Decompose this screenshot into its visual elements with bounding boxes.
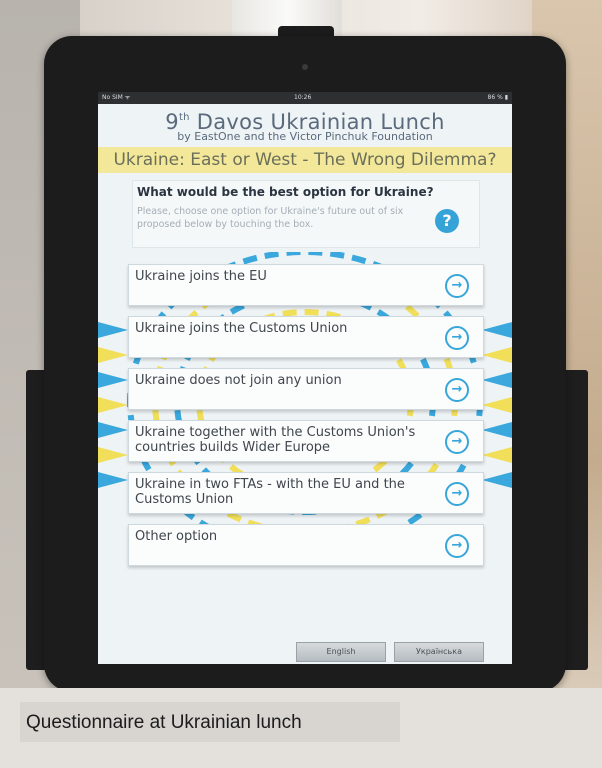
option-other[interactable]: Other option → [128, 524, 484, 566]
option-two-ftas[interactable]: Ukraine in two FTAs - with the EU and th… [128, 472, 484, 514]
tablet-screen: No SIM ᯤ 10:26 86 % ▮ 9th Davos Ukrainia… [98, 92, 512, 664]
topic-title: Ukraine: East or West - The Wrong Dilemm… [113, 150, 497, 170]
option-label: Ukraine together with the Customs Union'… [135, 425, 416, 455]
option-join-customs-union[interactable]: Ukraine joins the Customs Union → [128, 316, 484, 358]
status-carrier: No SIM ᯤ [102, 94, 131, 101]
option-label: Ukraine does not join any union [135, 373, 342, 388]
title-ordinal-suffix: th [178, 112, 190, 123]
tablet-frame: No SIM ᯤ 10:26 86 % ▮ 9th Davos Ukrainia… [44, 36, 566, 692]
help-icon[interactable]: ? [435, 209, 459, 233]
topic-band: Ukraine: East or West - The Wrong Dilemm… [98, 147, 512, 173]
status-bar: No SIM ᯤ 10:26 86 % ▮ [98, 92, 512, 104]
question-box: What would be the best option for Ukrain… [132, 180, 480, 248]
option-join-eu[interactable]: Ukraine joins the EU → [128, 264, 484, 306]
arrow-right-icon: → [445, 274, 469, 298]
arrow-right-icon: → [445, 326, 469, 350]
option-label: Other option [135, 529, 218, 544]
arrow-right-icon: → [445, 482, 469, 506]
status-time: 10:26 [294, 94, 312, 101]
option-wider-europe[interactable]: Ukraine together with the Customs Union'… [128, 420, 484, 462]
camera-icon [302, 64, 308, 70]
photo-caption: Questionnaire at Ukrainian lunch [26, 712, 302, 733]
option-label: Ukraine joins the EU [135, 269, 267, 284]
option-label: Ukraine in two FTAs - with the EU and th… [135, 477, 405, 507]
arrow-right-icon: → [445, 430, 469, 454]
option-label: Ukraine joins the Customs Union [135, 321, 348, 336]
app-subtitle: by EastOne and the Victor Pinchuk Founda… [177, 130, 433, 143]
option-no-union[interactable]: Ukraine does not join any union → [128, 368, 484, 410]
arrow-right-icon: → [445, 534, 469, 558]
instructions-text: Please, choose one option for Ukraine's … [137, 206, 404, 230]
status-battery: 86 % ▮ [487, 94, 508, 101]
language-ukrainian-button[interactable]: Українська [394, 642, 484, 662]
language-english-button[interactable]: English [296, 642, 386, 662]
question-text: What would be the best option for Ukrain… [137, 185, 434, 199]
arrow-right-icon: → [445, 378, 469, 402]
